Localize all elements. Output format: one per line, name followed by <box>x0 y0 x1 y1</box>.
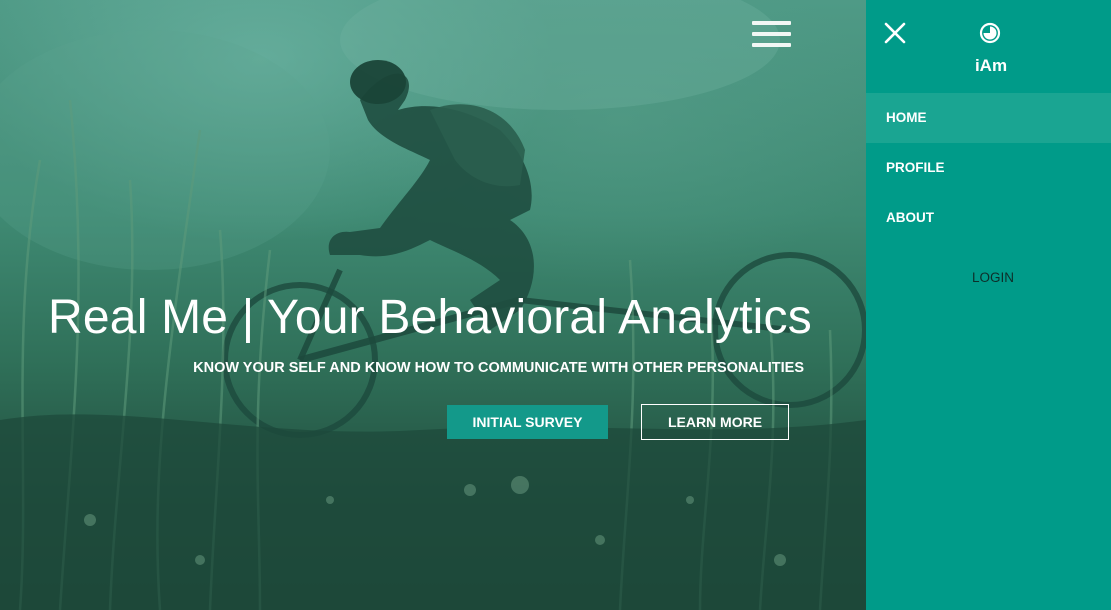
hamburger-menu-icon[interactable] <box>752 21 791 48</box>
login-link[interactable]: LOGIN <box>943 268 1043 288</box>
sidebar-item-about[interactable]: ABOUT <box>866 193 1111 243</box>
close-icon[interactable] <box>884 22 906 44</box>
menu-bar <box>752 21 791 25</box>
brand-name: iAm <box>974 56 1008 75</box>
learn-more-button[interactable]: LEARN MORE <box>641 404 789 440</box>
landing-page: Real Me | Your Behavioral Analytics KNOW… <box>0 0 1111 610</box>
hero-section: Real Me | Your Behavioral Analytics KNOW… <box>0 0 866 610</box>
sidebar-item-home[interactable]: HOME <box>866 93 1111 143</box>
sidebar-item-profile[interactable]: PROFILE <box>866 143 1111 193</box>
initial-survey-button[interactable]: INITIAL SURVEY <box>447 405 608 439</box>
hero-subtitle: KNOW YOUR SELF AND KNOW HOW TO COMMUNICA… <box>193 360 804 376</box>
menu-bar <box>752 32 791 36</box>
hero-title: Real Me | Your Behavioral Analytics <box>48 291 812 344</box>
timer-icon <box>979 22 1001 44</box>
menu-bar <box>752 43 791 47</box>
side-nav-panel <box>866 0 1111 610</box>
